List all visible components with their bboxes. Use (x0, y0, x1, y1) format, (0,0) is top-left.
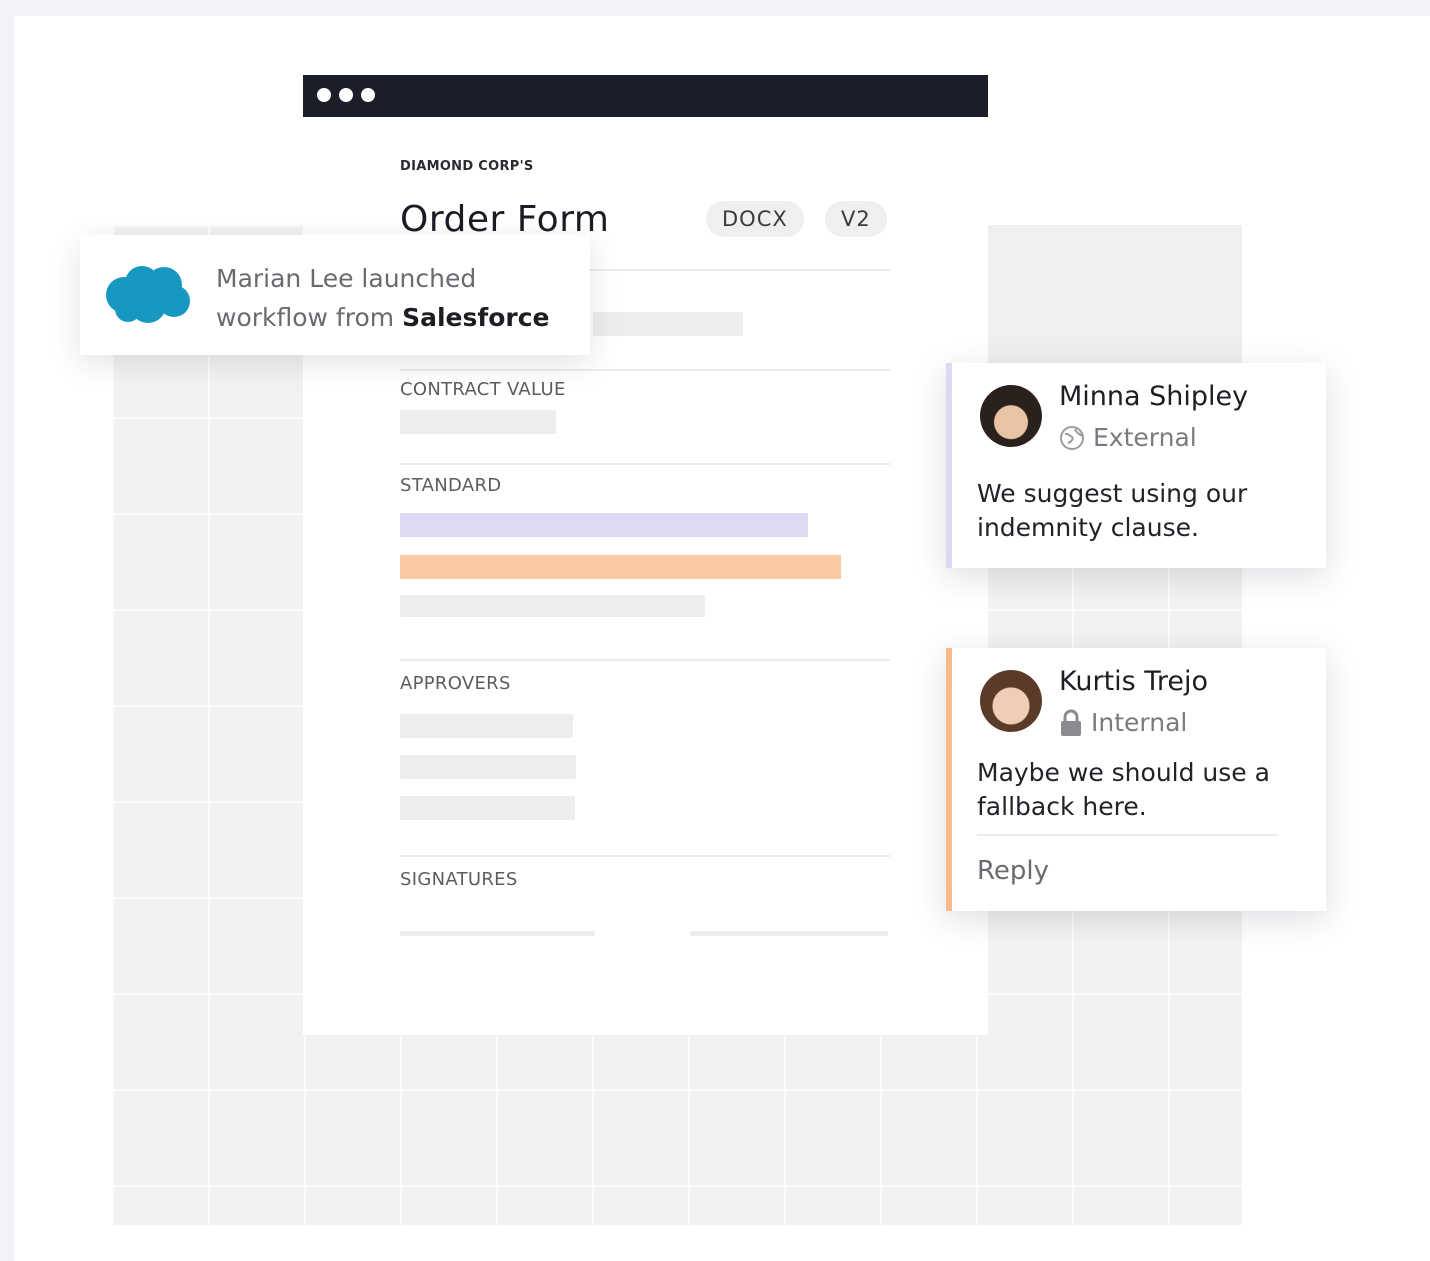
divider (977, 834, 1277, 836)
comment-text: Maybe we should use a fallback here. (977, 758, 1270, 821)
window-dot-icon[interactable] (339, 88, 353, 102)
signature-line[interactable] (400, 931, 595, 936)
approver-row[interactable] (400, 796, 575, 820)
workflow-notification[interactable]: Marian Lee launched workflow from Salesf… (80, 235, 590, 355)
highlighted-clause-internal[interactable] (400, 555, 841, 579)
section-label-contract-value: CONTRACT VALUE (400, 379, 566, 400)
signature-line[interactable] (690, 931, 888, 936)
contract-value-field[interactable] (400, 410, 556, 434)
lock-icon (1061, 709, 1081, 736)
salesforce-cloud-icon (106, 266, 190, 323)
avatar (980, 670, 1042, 732)
placeholder-line (400, 595, 705, 617)
document-owner-label: DIAMOND CORP'S (400, 159, 534, 174)
notification-source: Salesforce (402, 303, 550, 332)
divider (400, 369, 890, 371)
section-label-standard: STANDARD (400, 475, 502, 496)
comment-visibility: External (1059, 423, 1197, 452)
section-label-signatures: SIGNATURES (400, 869, 518, 890)
comment-card[interactable]: Minna Shipley External We suggest using … (946, 363, 1326, 568)
document-title: Order Form (400, 199, 610, 240)
section-label-approvers: APPROVERS (400, 673, 511, 694)
comment-author: Minna Shipley (1059, 381, 1249, 412)
divider (400, 659, 890, 661)
window-dot-icon[interactable] (317, 88, 331, 102)
window-controls[interactable] (317, 88, 375, 102)
format-badge[interactable]: DOCX (706, 201, 804, 237)
notification-line-2: workflow from (216, 303, 403, 332)
comment-visibility: Internal (1059, 708, 1187, 737)
visibility-label: External (1093, 423, 1197, 452)
version-badge[interactable]: V2 (825, 201, 887, 237)
visibility-label: Internal (1091, 708, 1188, 737)
notification-text: Marian Lee launched workflow from Salesf… (216, 259, 550, 337)
window-titlebar (303, 75, 988, 117)
approver-row[interactable] (400, 755, 576, 779)
avatar (980, 385, 1042, 447)
notification-line-1: Marian Lee launched (216, 264, 477, 293)
divider (400, 463, 890, 465)
background-panel (988, 225, 1242, 365)
comment-card[interactable]: Kurtis Trejo Internal Maybe we should us… (946, 648, 1326, 911)
globe-icon (1060, 425, 1084, 450)
reply-button[interactable]: Reply (977, 856, 1049, 886)
comment-text: We suggest using our indemnity clause. (977, 479, 1248, 542)
divider (400, 855, 890, 857)
approver-row[interactable] (400, 714, 573, 738)
placeholder-line (593, 312, 743, 336)
highlighted-clause-external[interactable] (400, 513, 808, 537)
comment-author: Kurtis Trejo (1059, 666, 1208, 697)
window-dot-icon[interactable] (361, 88, 375, 102)
